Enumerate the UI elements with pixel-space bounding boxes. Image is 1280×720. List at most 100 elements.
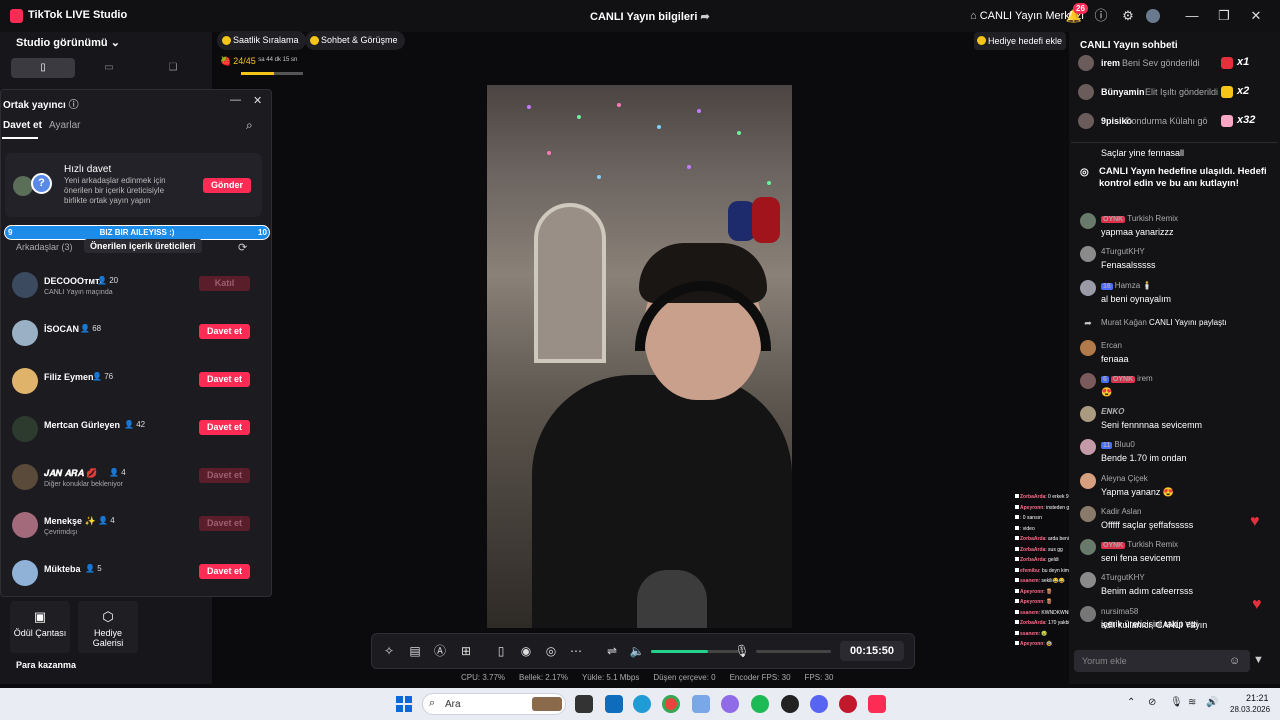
avatar[interactable] [12, 512, 38, 538]
portrait-layout-tab[interactable]: ▯ [11, 58, 75, 78]
panel-close-icon[interactable]: ✕ [253, 94, 262, 107]
edge-icon[interactable] [633, 695, 651, 713]
microphone-icon[interactable]: 🎙 [734, 643, 750, 659]
avatar[interactable] [1080, 572, 1096, 588]
avatar[interactable] [12, 368, 38, 394]
hourly-ranking-chip[interactable]: Saatlik Sıralama [217, 31, 306, 50]
volume-slider[interactable] [651, 650, 739, 653]
app-icon[interactable] [781, 695, 799, 713]
camera-icon[interactable]: ◎ [543, 643, 559, 659]
chat-input[interactable] [1074, 650, 1224, 672]
invite-button[interactable]: Katıl [199, 276, 250, 291]
chat-call-chip[interactable]: Sohbet & Görüşme [305, 31, 405, 50]
tab-invite[interactable]: Davet et [3, 120, 42, 131]
avatar[interactable] [1080, 246, 1096, 262]
invite-button[interactable]: Davet et [199, 564, 250, 579]
help-icon[interactable]: ⓘ [1092, 7, 1110, 25]
avatar[interactable] [12, 416, 38, 442]
tab-suggested[interactable]: Önerilen içerik üreticileri [84, 239, 202, 253]
invite-button[interactable]: Davet et [199, 420, 250, 435]
avatar[interactable] [12, 320, 38, 346]
invite-button[interactable]: Davet et [199, 372, 250, 387]
avatar[interactable] [1080, 340, 1096, 356]
minimize-icon[interactable]: — [1183, 7, 1201, 25]
chat-username[interactable]: 4TurgutKHY [1101, 573, 1145, 582]
chevron-up-icon[interactable]: ⌃ [1127, 697, 1135, 708]
chat-input-box[interactable] [1074, 650, 1250, 672]
invite-button[interactable]: Davet et [199, 468, 250, 483]
mic-volume-slider[interactable] [756, 650, 831, 653]
avatar[interactable] [12, 464, 38, 490]
task-view-icon[interactable] [575, 695, 593, 713]
other-layout-tab[interactable]: ❏ [141, 58, 205, 78]
gear-icon[interactable]: ⚙ [1119, 7, 1137, 25]
avatar[interactable] [1080, 539, 1096, 555]
send-button[interactable]: Gönder [203, 178, 251, 193]
record-icon[interactable]: ◉ [518, 643, 534, 659]
discord-icon[interactable] [810, 695, 828, 713]
chat-username[interactable]: Turkish Remix [1127, 540, 1178, 549]
invite-button[interactable]: Davet et [199, 516, 250, 531]
avatar[interactable] [1080, 406, 1096, 422]
refresh-icon[interactable]: ⟳ [238, 241, 247, 254]
chat-username[interactable]: Aleyna Çiçek [1101, 474, 1148, 483]
avatar[interactable] [12, 272, 38, 298]
chat-username[interactable]: Bluu0 [1114, 440, 1134, 449]
reward-chest-button[interactable]: ▣ Ödül Çantası [10, 601, 70, 653]
chat-username[interactable]: Murat Kağan [1101, 318, 1147, 327]
copilot-icon[interactable] [721, 695, 739, 713]
info-icon[interactable]: ⓘ [69, 100, 79, 111]
avatar[interactable] [1080, 506, 1096, 522]
avatar[interactable] [1078, 55, 1094, 71]
avatar[interactable] [1080, 373, 1096, 389]
chat-username[interactable]: nursima58 [1101, 607, 1138, 616]
volume-icon[interactable]: 🔊 [1206, 697, 1218, 708]
add-source-icon[interactable]: ⊞ [458, 643, 474, 659]
chat-username[interactable]: Ercan [1101, 341, 1122, 350]
gift-gallery-button[interactable]: ⬡ Hediye Galerisi [78, 601, 138, 653]
chat-username[interactable]: 4TurgutKHY [1101, 247, 1145, 256]
goal-counter[interactable]: 🍓 24/45 sa 44 dk 15 sn [220, 56, 297, 67]
close-icon[interactable]: ✕ [1247, 7, 1265, 25]
avatar[interactable] [1080, 473, 1096, 489]
network-icon[interactable]: ⊘ [1148, 697, 1156, 708]
tab-settings[interactable]: Ayarlar [49, 120, 81, 131]
avatar[interactable] [1080, 606, 1096, 622]
windows-start-icon[interactable] [396, 696, 412, 712]
landscape-layout-tab[interactable]: ▭ [77, 58, 141, 78]
ai-icon[interactable]: Ⓐ [432, 643, 448, 659]
avatar[interactable] [12, 560, 38, 586]
avatar[interactable] [1146, 9, 1160, 23]
speaker-icon[interactable]: 🔈 [629, 643, 645, 659]
avatar[interactable] [1080, 280, 1096, 296]
chat-username[interactable]: Hamza 🕯️ [1115, 281, 1153, 290]
chrome-icon[interactable] [662, 695, 680, 713]
tab-friends[interactable]: Arkadaşlar (3) [16, 242, 73, 252]
screen-share-icon[interactable]: ▤ [407, 643, 423, 659]
maximize-icon[interactable]: ❐ [1215, 7, 1233, 25]
avatar[interactable] [1078, 113, 1094, 129]
audio-mixer-icon[interactable]: ⇌ [604, 643, 620, 659]
outlook-icon[interactable] [605, 695, 623, 713]
avatar[interactable] [1078, 84, 1094, 100]
app-icon[interactable] [839, 695, 857, 713]
microphone-icon[interactable]: 🎙 [1170, 697, 1183, 708]
avatar[interactable] [1080, 439, 1096, 455]
app-icon[interactable] [692, 695, 710, 713]
chat-username[interactable]: 𝑬𝑵𝑲𝑶 [1101, 407, 1124, 416]
invite-button[interactable]: Davet et [199, 324, 250, 339]
add-gift-goal-button[interactable]: Hediye hedefi ekle [974, 32, 1067, 50]
wifi-icon[interactable]: ≋ [1188, 697, 1196, 708]
studio-view-dropdown[interactable]: Studio görünümü ⌄ [16, 36, 120, 49]
phone-preview-icon[interactable]: ▯ [493, 643, 509, 659]
search-icon[interactable]: ⌕ [246, 118, 253, 133]
filter-icon[interactable]: ▼ [1253, 654, 1264, 666]
live-info-button[interactable]: CANLI Yayın bilgileri ➦ [590, 10, 710, 23]
emoji-icon[interactable]: ☺ [1229, 655, 1240, 667]
chat-username[interactable]: irem [1137, 374, 1153, 383]
more-icon[interactable]: ⋯ [568, 643, 584, 659]
spotify-icon[interactable] [751, 695, 769, 713]
tiktok-live-icon[interactable] [868, 695, 886, 713]
chat-username[interactable]: Kadir Aslan [1101, 507, 1141, 516]
avatar[interactable] [1080, 213, 1096, 229]
